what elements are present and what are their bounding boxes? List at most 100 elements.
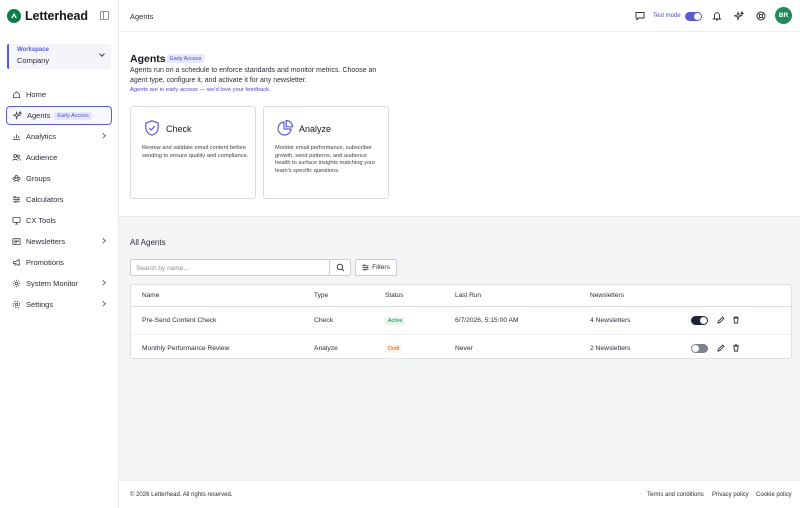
bell-icon[interactable] [712,11,722,21]
filter-icon [362,264,369,271]
agent-type-card-analyze[interactable]: Analyze Monitor email performance, subsc… [263,106,389,199]
chat-icon[interactable] [635,11,645,21]
user-avatar[interactable]: BR [775,7,792,24]
agent-enabled-toggle[interactable] [691,344,708,353]
column-header-status: Status [385,292,404,299]
sidebar-item-label: Audience [26,153,58,162]
all-agents-section: All Agents Filters Name Type Status Last… [119,218,800,480]
search-button[interactable] [330,259,351,276]
test-mode-label: Test mode [653,13,681,19]
search-icon [336,263,344,272]
copyright: © 2026 Letterhead. All rights reserved. [130,492,233,498]
filters-label: Filters [372,264,390,271]
agent-last-run: 6/7/2026, 5:15:00 AM [455,317,519,324]
sidebar-item-label: System Monitor [26,279,79,288]
page-description: Agents run on a schedule to enforce stan… [130,67,377,84]
app-name: Letterhead [25,9,88,23]
status-badge: Draft [385,345,403,353]
section-title: All Agents [130,238,166,247]
sidebar-item-label: Newsletters [26,237,66,246]
agent-last-run: Never [455,345,473,352]
workspace-selector[interactable]: Workspace Company [7,44,111,69]
footer: © 2026 Letterhead. All rights reserved. … [119,480,800,508]
chevron-right-icon [99,280,105,286]
page-title: Agents [130,53,166,65]
shield-check-icon [143,119,161,137]
agent-type: Check [314,317,333,324]
sidebar-item-label: Groups [26,174,51,183]
sliders-icon [12,195,21,204]
table-row[interactable]: Pre-Send Content Check Check Active 6/7/… [131,307,791,334]
help-lifebuoy-icon[interactable] [756,11,766,21]
sidebar-item-label: Calculators [26,195,64,204]
agent-newsletters: 4 Newsletters [590,317,631,324]
card-description: Monitor email performance, subscriber gr… [275,145,376,174]
gear-icon [12,300,21,309]
logo[interactable]: Letterhead [7,8,88,24]
sidebar-item-home[interactable]: Home [6,84,112,105]
chevron-down-icon [99,51,105,57]
column-header-newsletters: Newsletters [590,292,624,299]
top-bar: Agents Test mode BR [119,0,800,32]
sidebar-item-label: Home [26,90,47,99]
card-title: Check [166,124,192,134]
newsletter-icon [12,237,21,246]
chevron-right-icon [99,133,105,139]
breadcrumb: Agents [130,12,154,21]
sidebar-collapse-icon[interactable] [100,11,109,20]
sidebar-item-calculators[interactable]: Calculators [6,189,112,210]
sidebar-item-promotions[interactable]: Promotions [6,252,112,273]
sparkle-icon[interactable] [732,10,745,22]
agent-type-card-check[interactable]: Check Review and validate email content … [130,106,256,199]
table-row[interactable]: Monthly Performance Review Analyze Draft… [131,334,791,361]
sidebar-item-newsletters[interactable]: Newsletters [6,231,112,252]
sidebar-item-label: Promotions [26,258,64,267]
settings-gear-icon [12,279,21,288]
early-access-badge: Early Access [54,111,92,120]
filters-button[interactable]: Filters [355,259,397,276]
early-access-badge: Early Access [167,54,205,63]
agent-type: Analyze [314,345,338,352]
search-input[interactable] [136,263,324,273]
chevron-right-icon [99,238,105,244]
sidebar-item-agents[interactable]: Agents Early Access [6,106,112,125]
workspace-value: Company [17,56,50,65]
column-header-type: Type [314,292,329,299]
edit-pencil-icon[interactable] [717,316,726,325]
trash-icon[interactable] [732,316,741,325]
home-icon [12,90,21,99]
sidebar-item-label: Analytics [26,132,57,141]
letterhead-logo-icon [7,9,21,23]
sidebar-nav: Home Agents Early Access Analytics Audie… [6,84,112,315]
sidebar-item-cx-tools[interactable]: CX Tools [6,210,112,231]
groups-icon [12,174,21,183]
trash-icon[interactable] [732,344,741,353]
agent-name: Monthly Performance Review [142,345,230,352]
sidebar-item-analytics[interactable]: Analytics [6,126,112,147]
status-badge: Active [385,317,406,325]
column-header-last-run: Last Run [455,292,482,299]
monitor-icon [12,216,21,225]
chevron-right-icon [99,301,105,307]
test-mode-toggle[interactable] [685,12,702,21]
privacy-link[interactable]: Privacy policy [712,492,749,498]
workspace-label: Workspace [17,47,49,53]
search-box [130,259,330,276]
sidebar-item-label: CX Tools [26,216,56,225]
terms-link[interactable]: Terms and conditions [647,492,704,498]
agents-table: Name Type Status Last Run Newsletters Pr… [130,284,792,359]
agent-newsletters: 2 Newsletters [590,345,631,352]
sidebar-item-audience[interactable]: Audience [6,147,112,168]
sidebar-item-system-monitor[interactable]: System Monitor [6,273,112,294]
sidebar-item-label: Agents [27,111,51,120]
sidebar-item-groups[interactable]: Groups [6,168,112,189]
sidebar-item-settings[interactable]: Settings [6,294,112,315]
card-description: Review and validate email content before… [142,145,249,159]
agent-name: Pre-Send Content Check [142,317,217,324]
megaphone-icon [12,258,21,267]
sparkle-icon [13,111,22,120]
cookie-link[interactable]: Cookie policy [756,492,792,498]
sidebar: Letterhead Workspace Company Home Agents… [0,0,119,508]
edit-pencil-icon[interactable] [717,344,726,353]
agent-enabled-toggle[interactable] [691,316,708,325]
